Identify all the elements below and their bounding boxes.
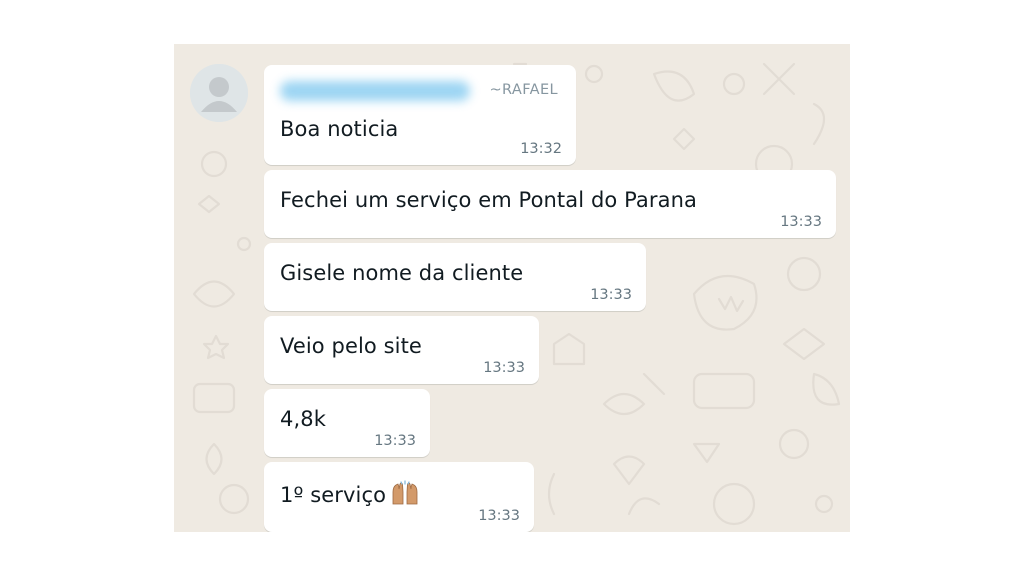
contact-avatar[interactable] (190, 64, 248, 122)
message-sender-row: ~RAFAEL (280, 79, 562, 101)
raising-hands-icon (390, 480, 420, 506)
sender-name: ~RAFAEL (489, 82, 558, 98)
message-text: Gisele nome da cliente (280, 261, 524, 285)
message-time: 13:33 (780, 214, 822, 230)
message-text: Veio pelo site (280, 334, 422, 358)
message-text-row: 1º serviço (280, 480, 420, 507)
message-bubble[interactable]: 1º serviço 13:33 (264, 462, 534, 532)
message-time: 13:32 (520, 141, 562, 157)
message-time: 13:33 (478, 508, 520, 524)
sender-phone-redacted (280, 81, 470, 101)
message-text: Boa noticia (280, 117, 399, 141)
message-bubble[interactable]: Fechei um serviço em Pontal do Parana 13… (264, 170, 836, 238)
message-bubble[interactable]: 4,8k 13:33 (264, 389, 430, 457)
message-time: 13:33 (374, 433, 416, 449)
default-user-icon (190, 64, 248, 122)
message-bubble[interactable]: Gisele nome da cliente 13:33 (264, 243, 646, 311)
message-text: 1º serviço (280, 483, 387, 507)
message-bubble[interactable]: Veio pelo site 13:33 (264, 316, 539, 384)
chat-pane: ~RAFAEL Boa noticia 13:32 Fechei um serv… (174, 44, 850, 532)
message-time: 13:33 (590, 287, 632, 303)
message-text: Fechei um serviço em Pontal do Parana (280, 188, 697, 212)
message-text: 4,8k (280, 407, 326, 431)
message-bubble[interactable]: ~RAFAEL Boa noticia 13:32 (264, 65, 576, 165)
message-time: 13:33 (483, 360, 525, 376)
